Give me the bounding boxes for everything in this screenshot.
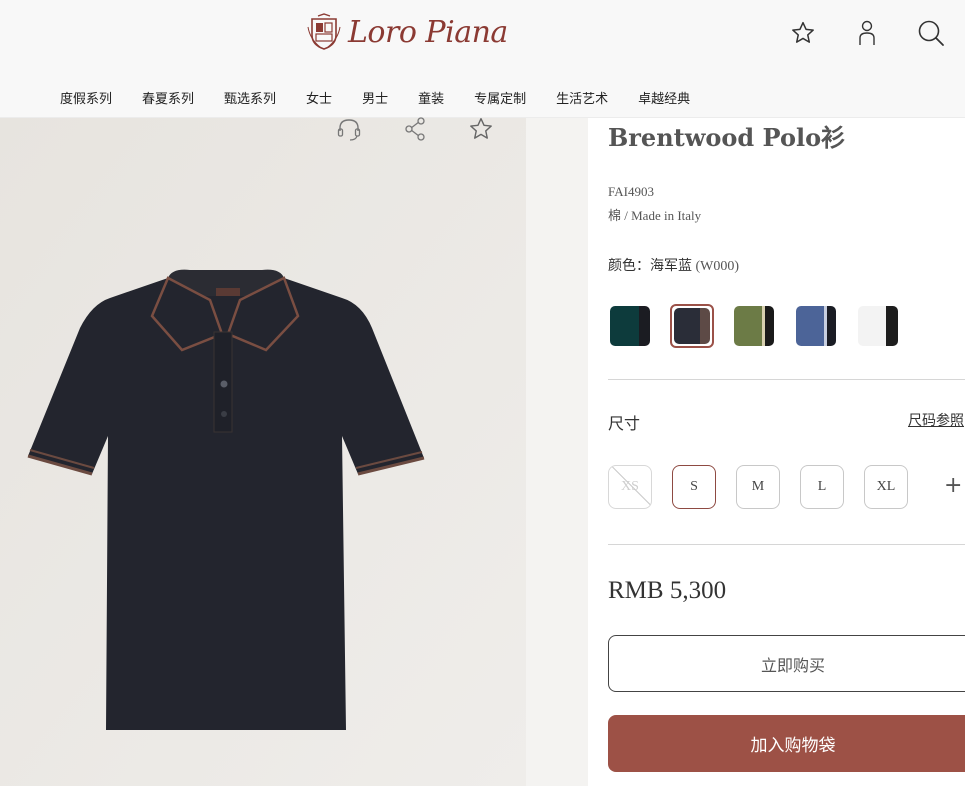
nav-item-art-of-living[interactable]: 生活艺术: [556, 88, 608, 107]
size-guide-link[interactable]: 尺码参照: [908, 410, 964, 430]
search-icon[interactable]: [917, 18, 945, 48]
swatch-blue[interactable]: [794, 304, 838, 348]
site-header: Loro Piana 度假系列 春夏系列 甄选系列 女士 男士 童装 专属定制 …: [0, 0, 965, 118]
customer-service-headset-icon[interactable]: [336, 116, 362, 142]
product-material: 棉 / Made in Italy: [608, 208, 702, 223]
size-option-s[interactable]: S: [672, 465, 716, 509]
main-nav: 度假系列 春夏系列 甄选系列 女士 男士 童装 专属定制 生活艺术 卓越经典: [60, 88, 720, 107]
size-option-xs[interactable]: XS: [608, 465, 652, 509]
more-sizes-plus-icon[interactable]: +: [944, 475, 962, 497]
size-selector: XS S M L XL: [608, 465, 908, 509]
product-price: RMB 5,300: [608, 577, 727, 604]
size-option-xl[interactable]: XL: [864, 465, 908, 509]
buy-now-button[interactable]: 立即购买: [608, 635, 965, 692]
brand-wordmark: Loro Piana: [348, 14, 508, 50]
favorite-star-icon[interactable]: [468, 116, 494, 142]
nav-item-men[interactable]: 男士: [362, 88, 388, 107]
image-gutter: [526, 118, 588, 786]
swatch-olive[interactable]: [732, 304, 776, 348]
color-swatches: [608, 304, 900, 348]
size-label: 尺寸: [608, 414, 641, 433]
add-to-bag-button[interactable]: 加入购物袋: [608, 715, 965, 772]
divider: [608, 379, 965, 380]
product-image[interactable]: [0, 118, 526, 786]
nav-item-bespoke[interactable]: 专属定制: [474, 88, 526, 107]
swatch-white[interactable]: [856, 304, 900, 348]
swatch-navy-selected[interactable]: [670, 304, 714, 348]
polo-shirt-image: [0, 118, 526, 786]
nav-item-spring-summer[interactable]: 春夏系列: [142, 88, 194, 107]
swatch-dark-green[interactable]: [608, 304, 652, 348]
color-label: 颜色：海军蓝: [608, 258, 692, 274]
color-info: 颜色：海军蓝 (W000): [608, 255, 739, 275]
product-title: Brentwood Polo衫: [608, 123, 846, 152]
nav-item-kids[interactable]: 童装: [418, 88, 444, 107]
account-icon[interactable]: [853, 18, 881, 48]
size-option-l[interactable]: L: [800, 465, 844, 509]
divider: [608, 544, 965, 545]
nav-item-resort[interactable]: 度假系列: [60, 88, 112, 107]
wishlist-star-icon[interactable]: [789, 18, 817, 48]
nav-item-women[interactable]: 女士: [306, 88, 332, 107]
product-sku: FAI4903: [608, 184, 654, 199]
color-code: (W000): [692, 259, 740, 274]
brand-logo[interactable]: Loro Piana: [306, 12, 508, 52]
size-option-m[interactable]: M: [736, 465, 780, 509]
nav-item-classics[interactable]: 卓越经典: [638, 88, 690, 107]
share-icon[interactable]: [402, 116, 428, 142]
nav-item-selection[interactable]: 甄选系列: [224, 88, 276, 107]
crest-icon: [307, 13, 341, 50]
